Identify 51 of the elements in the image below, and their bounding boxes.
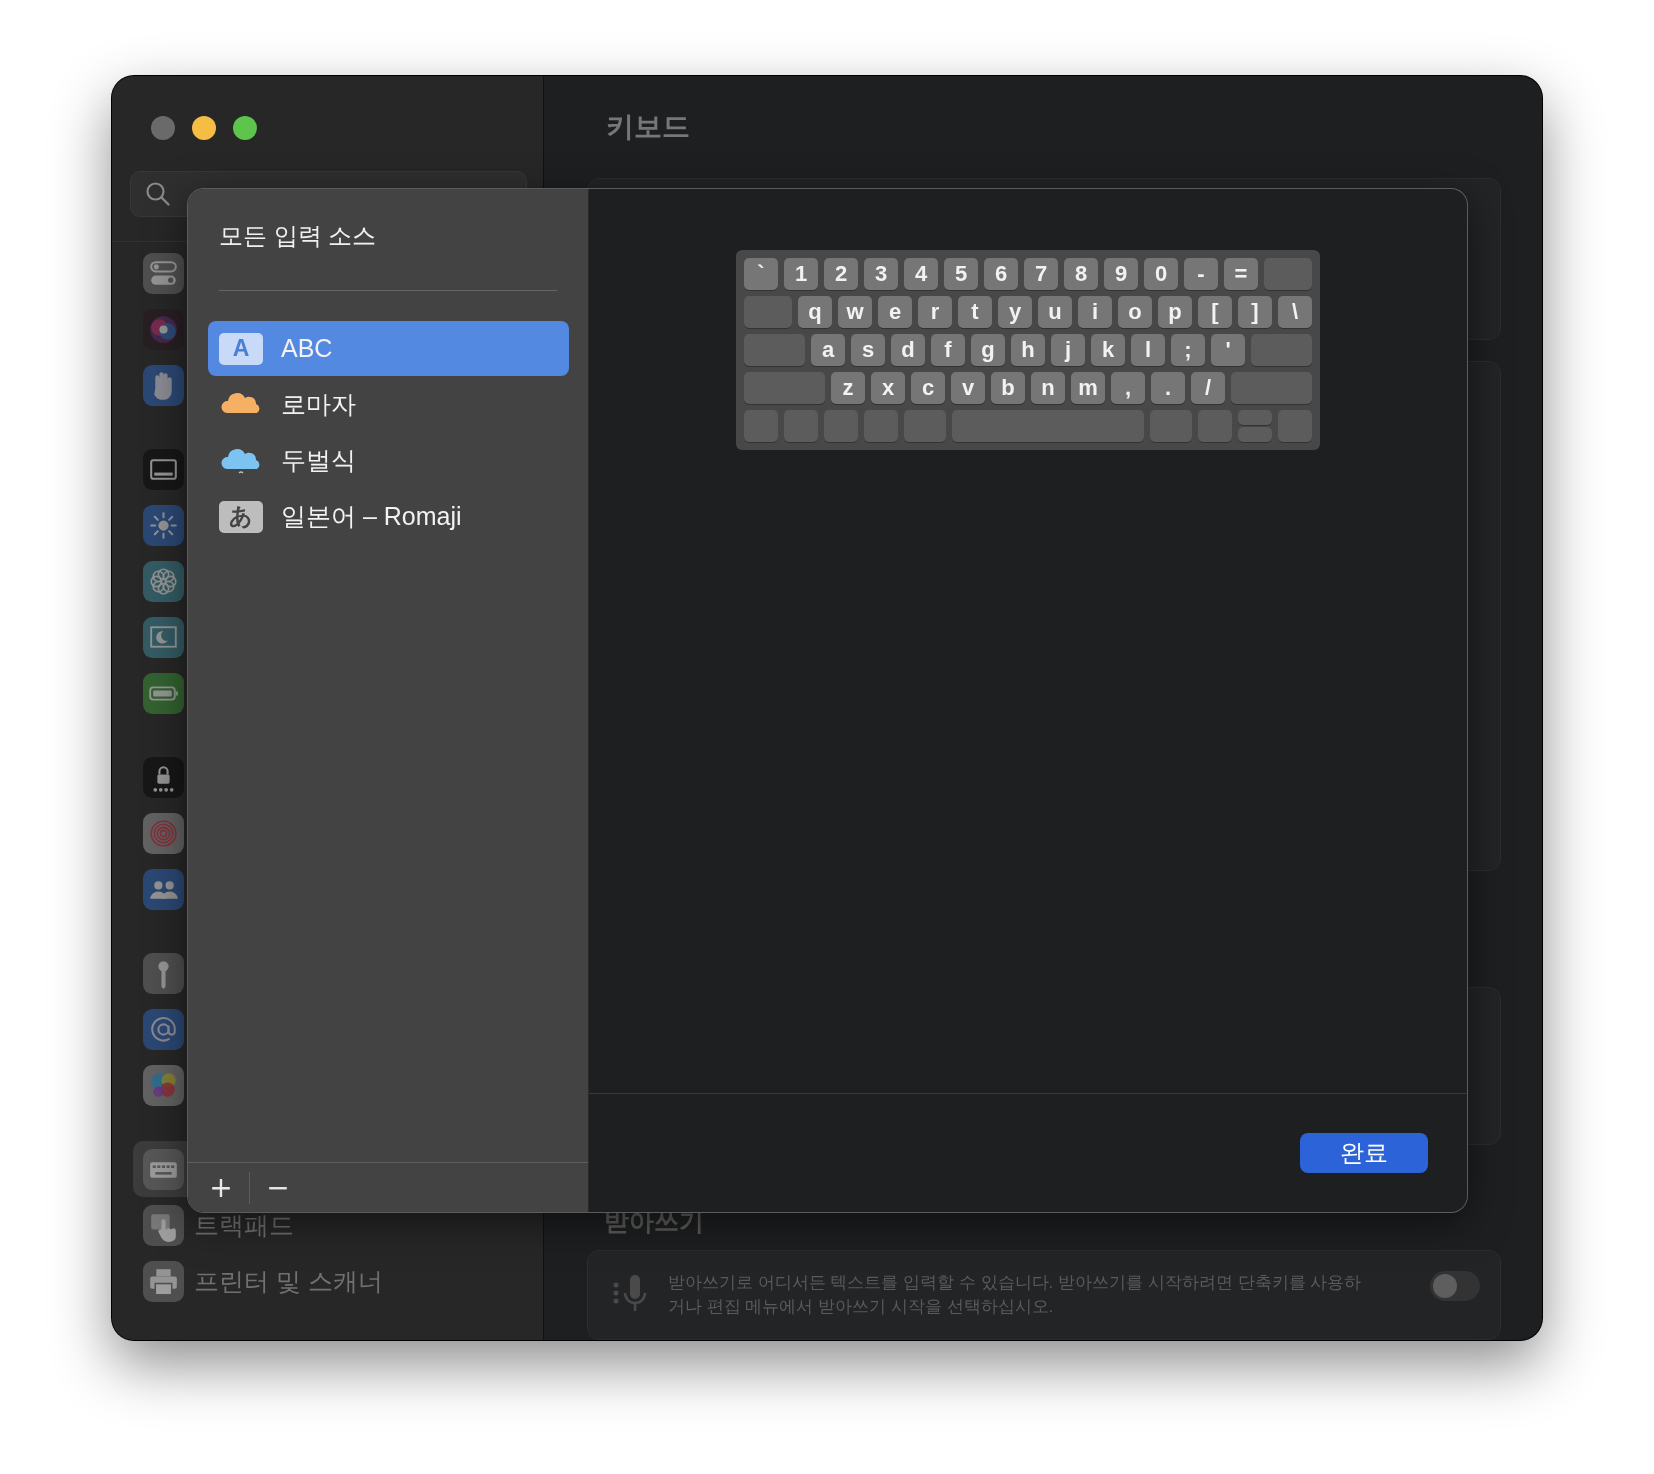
keyboard-key: , bbox=[1111, 372, 1145, 404]
window-title: 키보드 bbox=[605, 109, 691, 144]
keyboard-key: t bbox=[958, 296, 992, 328]
keyboard-key: m bbox=[1071, 372, 1105, 404]
keyboard-key: x bbox=[871, 372, 905, 404]
keyboard-key: 2 bbox=[824, 258, 858, 290]
letter-badge: あ bbox=[219, 500, 263, 533]
keyboard-key: 6 bbox=[984, 258, 1018, 290]
keyboard-key: w bbox=[838, 296, 872, 328]
keyboard-key: v bbox=[951, 372, 985, 404]
keyboard-key: b bbox=[991, 372, 1025, 404]
keyboard-key: j bbox=[1051, 334, 1085, 366]
keyboard-key: = bbox=[1224, 258, 1258, 290]
keyboard-key: c bbox=[911, 372, 945, 404]
keyboard-key: n bbox=[1031, 372, 1065, 404]
keyboard-key: ] bbox=[1238, 296, 1272, 328]
keyboard-key: ' bbox=[1211, 334, 1245, 366]
keyboard-key: ; bbox=[1171, 334, 1205, 366]
keyboard-key: p bbox=[1158, 296, 1192, 328]
keyboard-key: h bbox=[1011, 334, 1045, 366]
keyboard-key: d bbox=[891, 334, 925, 366]
keyboard-key: f bbox=[931, 334, 965, 366]
keyboard-key: 9 bbox=[1104, 258, 1138, 290]
keyboard-key: [ bbox=[1198, 296, 1232, 328]
keyboard-key: 5 bbox=[944, 258, 978, 290]
keyboard-key: g bbox=[971, 334, 1005, 366]
keyboard-key: z bbox=[831, 372, 865, 404]
keyboard-key: s bbox=[851, 334, 885, 366]
keyboard-key: i bbox=[1078, 296, 1112, 328]
keyboard-key: - bbox=[1184, 258, 1218, 290]
keyboard-key: 3 bbox=[864, 258, 898, 290]
keyboard-key: k bbox=[1091, 334, 1125, 366]
keyboard-key: a bbox=[811, 334, 845, 366]
keyboard-key: . bbox=[1151, 372, 1185, 404]
letter-badge: A bbox=[219, 332, 263, 365]
keyboard-key: r bbox=[918, 296, 952, 328]
keyboard-key: 0 bbox=[1144, 258, 1178, 290]
keyboard-key: e bbox=[878, 296, 912, 328]
keyboard-key: 7 bbox=[1024, 258, 1058, 290]
keyboard-key: l bbox=[1131, 334, 1165, 366]
keyboard-key: y bbox=[998, 296, 1032, 328]
keyboard-key: u bbox=[1038, 296, 1072, 328]
keyboard-key: 8 bbox=[1064, 258, 1098, 290]
keyboard-key: q bbox=[798, 296, 832, 328]
keyboard-key: o bbox=[1118, 296, 1152, 328]
sheet-title: 모든 입력 소스 bbox=[219, 222, 377, 250]
keyboard-key: 1 bbox=[784, 258, 818, 290]
keyboard-key: \ bbox=[1278, 296, 1312, 328]
keyboard-key: 4 bbox=[904, 258, 938, 290]
keyboard-key: / bbox=[1191, 372, 1225, 404]
keyboard-key: ` bbox=[744, 258, 778, 290]
